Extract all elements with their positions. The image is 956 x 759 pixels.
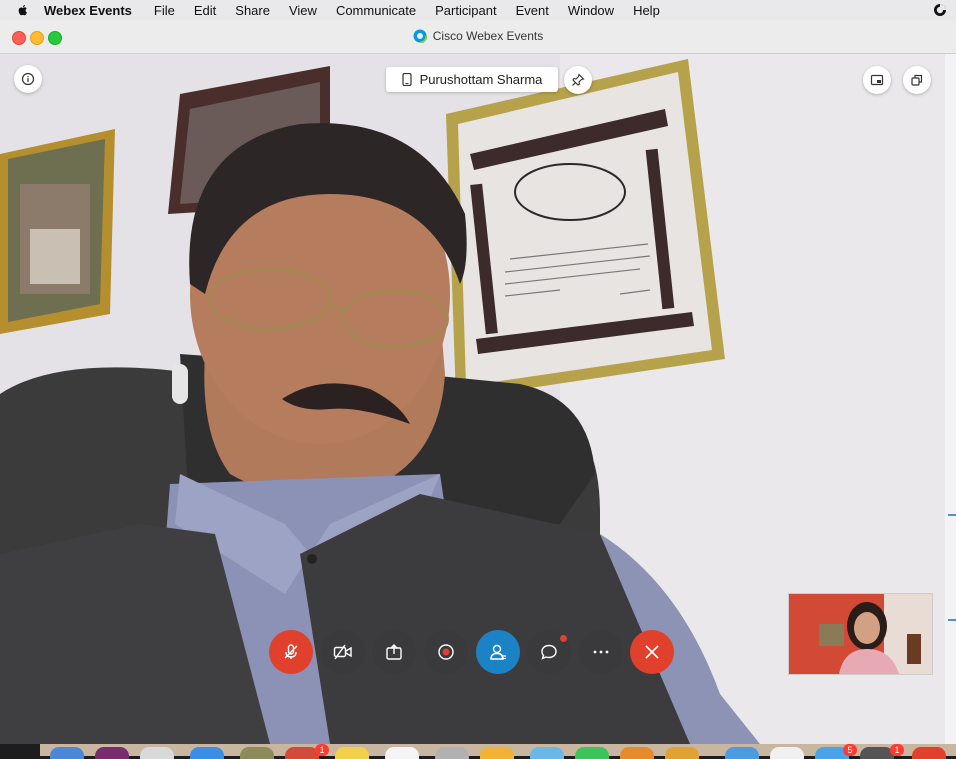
strip-marker <box>948 619 956 621</box>
dock-app-icon[interactable] <box>140 747 174 759</box>
active-speaker-label: Purushottam Sharma <box>386 67 558 92</box>
dock-app-icon[interactable] <box>860 747 894 759</box>
dock-app-icon[interactable] <box>480 747 514 759</box>
dock-app-icon[interactable] <box>95 747 129 759</box>
menu-communicate[interactable]: Communicate <box>336 3 416 18</box>
dock-app-icon[interactable] <box>620 747 654 759</box>
more-icon <box>593 650 609 654</box>
dock-app-icon[interactable] <box>435 747 469 759</box>
video-camera-off-icon <box>333 644 352 660</box>
pin-icon <box>572 73 585 86</box>
participants-icon <box>490 644 506 660</box>
menu-bar: Webex Events File Edit Share View Commun… <box>0 0 956 20</box>
self-view-video[interactable] <box>788 593 933 675</box>
chat-unread-indicator <box>560 635 567 642</box>
mute-button[interactable] <box>269 630 313 674</box>
popout-icon <box>911 74 923 86</box>
menu-edit[interactable]: Edit <box>194 3 216 18</box>
menu-participant[interactable]: Participant <box>435 3 496 18</box>
microphone-muted-icon <box>284 644 298 659</box>
dock-app-icon[interactable] <box>285 747 319 759</box>
macos-dock: 1 5 1 <box>40 744 956 759</box>
share-button[interactable] <box>372 630 416 674</box>
layout-icon <box>870 74 884 86</box>
dock-notification-badge: 1 <box>890 744 904 756</box>
record-button[interactable] <box>424 630 468 674</box>
strip-marker <box>948 514 956 516</box>
more-options-button[interactable] <box>579 630 623 674</box>
dock-app-icon[interactable] <box>770 747 804 759</box>
share-icon <box>386 644 402 660</box>
dock-notification-badge: 1 <box>315 744 329 756</box>
menu-help[interactable]: Help <box>633 3 660 18</box>
dock-app-icon[interactable] <box>912 747 946 759</box>
mobile-phone-icon <box>401 73 412 86</box>
video-button[interactable] <box>321 630 365 674</box>
info-button[interactable] <box>14 65 42 93</box>
close-icon <box>645 645 659 659</box>
window-titlebar: Cisco Webex Events <box>0 20 956 54</box>
right-edge-strip <box>945 54 956 744</box>
info-icon <box>21 72 35 86</box>
dock-notification-badge: 5 <box>843 744 857 756</box>
dock-app-icon[interactable] <box>575 747 609 759</box>
dock-app-icon[interactable] <box>530 747 564 759</box>
self-view-feed <box>789 594 932 674</box>
webex-status-icon[interactable] <box>933 3 947 17</box>
menu-app-name[interactable]: Webex Events <box>44 3 132 18</box>
menu-window[interactable]: Window <box>568 3 614 18</box>
record-icon <box>438 644 454 660</box>
dock-app-icon[interactable] <box>385 747 419 759</box>
window-title: Cisco Webex Events <box>0 29 956 43</box>
webex-logo-icon <box>412 29 427 43</box>
active-speaker-name: Purushottam Sharma <box>419 72 543 87</box>
pin-button[interactable] <box>564 66 592 94</box>
layout-button[interactable] <box>863 66 891 94</box>
popout-button[interactable] <box>903 66 931 94</box>
participants-button[interactable] <box>476 630 520 674</box>
dock-app-icon[interactable] <box>240 747 274 759</box>
menu-event[interactable]: Event <box>516 3 549 18</box>
chat-button[interactable] <box>527 630 571 674</box>
menu-share[interactable]: Share <box>235 3 270 18</box>
chat-icon <box>541 644 557 660</box>
menu-view[interactable]: View <box>289 3 317 18</box>
dock-app-icon[interactable] <box>190 747 224 759</box>
dock-app-icon[interactable] <box>335 747 369 759</box>
window-title-text: Cisco Webex Events <box>432 29 544 43</box>
dock-app-icon[interactable] <box>665 747 699 759</box>
apple-logo-icon[interactable] <box>16 3 30 17</box>
leave-button[interactable] <box>630 630 674 674</box>
dock-app-icon[interactable] <box>50 747 84 759</box>
menu-file[interactable]: File <box>154 3 175 18</box>
dock-app-icon[interactable] <box>725 747 759 759</box>
